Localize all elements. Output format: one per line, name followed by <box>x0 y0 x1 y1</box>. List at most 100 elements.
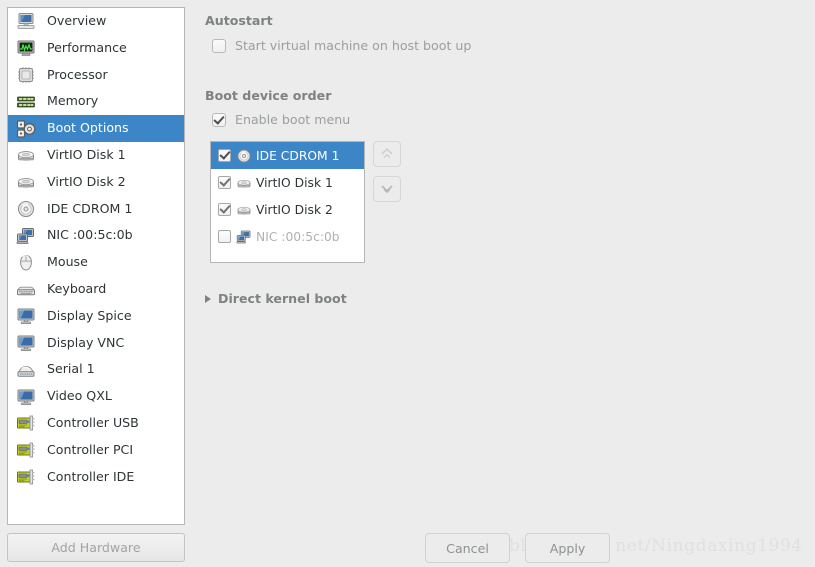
boot-device-row[interactable]: NIC :00:5c:0b <box>211 223 364 250</box>
sidebar-item-overview[interactable]: Overview <box>8 8 184 35</box>
add-hardware-label: Add Hardware <box>51 540 141 555</box>
network-card-icon <box>236 230 251 243</box>
autostart-checkbox[interactable] <box>212 38 226 53</box>
boot-device-label: VirtIO Disk 1 <box>256 175 333 190</box>
sidebar-item-keyboard[interactable]: Keyboard <box>8 276 184 303</box>
sidebar-item-label: NIC :00:5c:0b <box>47 227 133 243</box>
keyboard-icon <box>16 279 38 299</box>
cdrom-disc-icon <box>236 148 253 164</box>
sidebar-item-controller-pci[interactable]: Controller PCI <box>8 437 184 464</box>
cdrom-disc-icon <box>16 199 38 219</box>
cdrom-disc-icon <box>237 149 251 162</box>
sidebar-item-memory[interactable]: Memory <box>8 88 184 115</box>
cancel-button-label: Cancel <box>446 540 489 556</box>
add-hardware-button[interactable]: Add Hardware <box>7 533 185 562</box>
cancel-button[interactable]: Cancel <box>425 533 510 563</box>
keyboard-icon <box>17 287 35 296</box>
network-card-icon <box>16 226 38 246</box>
boot-device-row[interactable]: VirtIO Disk 2 <box>211 196 364 223</box>
pci-card-icon <box>17 442 35 458</box>
cpu-chip-icon <box>18 66 34 83</box>
sidebar-item-label: Performance <box>47 39 127 55</box>
mouse-icon <box>20 254 32 271</box>
sidebar-item-mouse[interactable]: Mouse <box>8 249 184 276</box>
sidebar-item-controller-ide[interactable]: Controller IDE <box>8 464 184 491</box>
computer-icon <box>16 11 38 31</box>
boot-device-row[interactable]: IDE CDROM 1 <box>211 142 364 169</box>
sidebar-item-processor[interactable]: Processor <box>8 62 184 89</box>
boot-device-checkbox[interactable] <box>218 176 231 189</box>
harddisk-icon <box>237 179 251 187</box>
cdrom-disc-icon <box>17 200 35 218</box>
sidebar-item-label: Display VNC <box>47 334 125 350</box>
enable-boot-menu-row[interactable]: Enable boot menu <box>212 112 350 127</box>
enable-boot-menu-label: Enable boot menu <box>235 112 351 127</box>
sidebar-item-label: Memory <box>47 93 99 109</box>
sidebar-item-serial-1[interactable]: Serial 1 <box>8 356 184 383</box>
sidebar-item-label: Video QXL <box>47 388 112 404</box>
boot-gears-icon <box>16 119 36 138</box>
boot-device-row[interactable]: VirtIO Disk 1 <box>211 169 364 196</box>
chart-monitor-icon <box>16 38 38 58</box>
sidebar-item-display-vnc[interactable]: Display VNC <box>8 330 184 357</box>
sidebar-item-label: Processor <box>47 66 108 82</box>
sidebar-item-label: Controller USB <box>47 415 139 431</box>
sidebar-item-label: Controller PCI <box>47 441 134 457</box>
sidebar-item-ide-cdrom-1[interactable]: IDE CDROM 1 <box>8 196 184 223</box>
boot-gears-icon <box>16 119 38 139</box>
boot-device-checkbox[interactable] <box>218 230 231 243</box>
sidebar-item-label: Mouse <box>47 254 88 270</box>
boot-device-label: IDE CDROM 1 <box>256 148 340 163</box>
sidebar-item-label: VirtIO Disk 1 <box>47 147 126 163</box>
hardware-list[interactable]: Overview Performance Processor Memory Boot O… <box>7 7 185 525</box>
direct-kernel-boot-label: Direct kernel boot <box>218 291 347 306</box>
pci-card-icon <box>16 467 38 487</box>
cpu-chip-icon <box>16 65 38 85</box>
sidebar-item-virtio-disk-1[interactable]: VirtIO Disk 1 <box>8 142 184 169</box>
sidebar-item-label: Display Spice <box>47 307 132 323</box>
computer-icon <box>17 13 35 30</box>
sidebar-item-boot-options[interactable]: Boot Options <box>8 115 184 142</box>
sidebar-item-display-spice[interactable]: Display Spice <box>8 303 184 330</box>
boot-device-checkbox[interactable] <box>218 149 231 162</box>
move-device-down-button[interactable] <box>373 176 401 202</box>
sidebar-item-label: IDE CDROM 1 <box>47 200 133 216</box>
sidebar-item-nic-00-5c-0b[interactable]: NIC :00:5c:0b <box>8 222 184 249</box>
direct-kernel-boot-expander[interactable]: Direct kernel boot <box>205 291 347 306</box>
harddisk-icon <box>18 151 34 161</box>
move-device-up-button[interactable] <box>373 141 401 167</box>
display-icon <box>16 333 38 353</box>
sidebar-item-label: VirtIO Disk 2 <box>47 173 126 189</box>
sidebar-item-virtio-disk-2[interactable]: VirtIO Disk 2 <box>8 169 184 196</box>
pci-card-icon <box>16 413 38 433</box>
sidebar-item-performance[interactable]: Performance <box>8 35 184 62</box>
serial-port-icon <box>17 365 35 377</box>
harddisk-icon <box>16 145 38 165</box>
harddisk-icon <box>236 202 253 218</box>
apply-button-label: Apply <box>549 540 586 556</box>
autostart-section-title: Autostart <box>205 13 273 28</box>
harddisk-icon <box>16 172 38 192</box>
mouse-icon <box>16 253 38 273</box>
apply-button[interactable]: Apply <box>525 533 610 563</box>
boot-device-list[interactable]: IDE CDROM 1 VirtIO Disk 1 VirtIO Disk 2 NIC… <box>210 141 365 263</box>
memory-ram-icon <box>16 92 38 112</box>
display-icon <box>16 387 38 407</box>
triangle-right-icon <box>205 294 211 303</box>
sidebar-item-controller-usb[interactable]: Controller USB <box>8 410 184 437</box>
enable-boot-menu-checkbox[interactable] <box>212 112 226 127</box>
serial-port-icon <box>16 360 38 380</box>
display-icon <box>17 389 35 405</box>
autostart-checkbox-row[interactable]: Start virtual machine on host boot up <box>212 38 471 53</box>
boot-device-label: NIC :00:5c:0b <box>256 229 340 244</box>
sidebar-item-label: Overview <box>47 13 107 29</box>
harddisk-icon <box>237 206 251 214</box>
sidebar-item-video-qxl[interactable]: Video QXL <box>8 383 184 410</box>
memory-ram-icon <box>17 96 35 108</box>
autostart-checkbox-label: Start virtual machine on host boot up <box>235 38 472 53</box>
boot-device-checkbox[interactable] <box>218 203 231 216</box>
arrow-down-icon <box>381 185 393 194</box>
sidebar-item-label: Controller IDE <box>47 468 135 484</box>
boot-options-panel: Autostart Start virtual machine on host … <box>195 0 815 567</box>
chart-monitor-icon <box>17 40 35 57</box>
